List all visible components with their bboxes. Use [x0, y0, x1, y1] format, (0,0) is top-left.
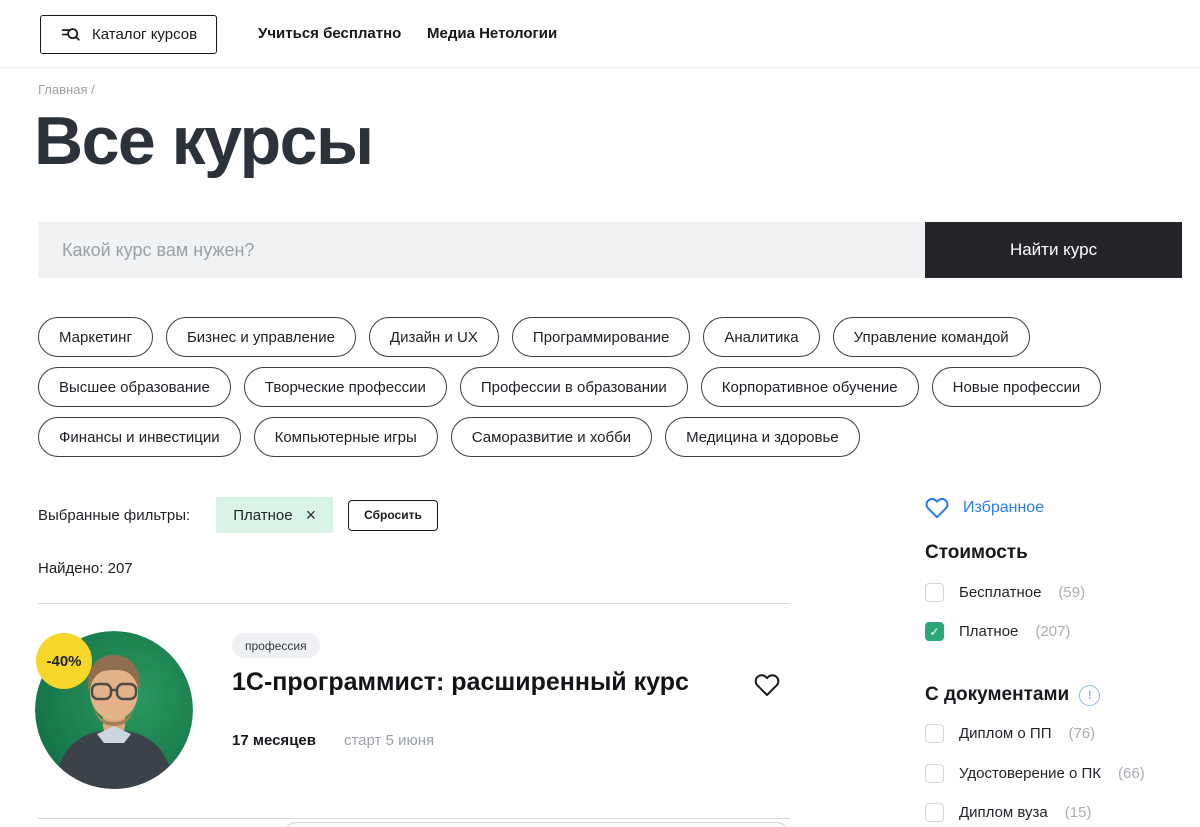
checkbox-paid[interactable]: ✓ [925, 622, 944, 641]
category-pill-new-professions[interactable]: Новые профессии [931, 367, 1102, 407]
category-pill-list: Маркетинг Бизнес и управление Дизайн и U… [38, 317, 1168, 457]
checkbox-certificate-pk[interactable] [925, 764, 944, 783]
remove-filter-icon[interactable]: × [306, 506, 317, 524]
find-course-button[interactable]: Найти курс [925, 222, 1182, 278]
documents-info-icon[interactable]: ! [1079, 684, 1101, 706]
filter-option-paid[interactable]: ✓ Платное (207) [925, 622, 1070, 641]
category-pill-programming[interactable]: Программирование [511, 317, 691, 357]
checkbox-university-diploma-count: (15) [1064, 804, 1092, 821]
category-pill-team-management[interactable]: Управление командой [832, 317, 1030, 357]
checkbox-free-count: (59) [1058, 584, 1086, 601]
selected-filters-label: Выбранные фильтры: [38, 506, 191, 524]
catalog-courses-button[interactable]: Каталог курсов [40, 15, 218, 54]
cost-section-title: Стоимость [925, 542, 1028, 563]
nav-link-learn-free[interactable]: Учиться бесплатно [258, 0, 401, 68]
checkbox-diploma-pp-label: Диплом о ПП [959, 725, 1052, 742]
category-pill-medicine[interactable]: Медицина и здоровье [665, 417, 860, 457]
page-title: Все курсы [34, 103, 374, 179]
filter-option-university-diploma[interactable]: Диплом вуза (15) [925, 803, 1091, 822]
course-search-field[interactable] [38, 222, 925, 278]
top-navigation-bar: Каталог курсов Учиться бесплатно Медиа Н… [0, 0, 1200, 68]
category-pill-marketing[interactable]: Маркетинг [38, 317, 153, 357]
search-input[interactable] [38, 222, 925, 278]
favorites-link[interactable]: Избранное [925, 496, 1044, 520]
filter-tag-label: Платное [233, 506, 293, 524]
all-courses-page: Каталог курсов Учиться бесплатно Медиа Н… [0, 0, 1200, 827]
checkbox-certificate-pk-count: (66) [1118, 765, 1145, 782]
filter-option-diploma-pp[interactable]: Диплом о ПП (76) [925, 724, 1095, 743]
favorites-label: Избранное [963, 499, 1045, 516]
filter-option-certificate-pk[interactable]: Удостоверение о ПК (66) [925, 764, 1145, 783]
selected-filters-row: Выбранные фильтры: Платное × Сбросить [38, 497, 438, 533]
reset-filters-button[interactable]: Сбросить [348, 499, 438, 531]
checkbox-certificate-pk-label: Удостоверение о ПК [959, 765, 1102, 782]
course-type-tag: профессия [232, 633, 320, 658]
category-pill-self-development[interactable]: Саморазвитие и хобби [450, 417, 653, 457]
checkbox-diploma-pp-count: (76) [1068, 725, 1096, 742]
breadcrumb[interactable]: Главная / [38, 82, 95, 97]
checkbox-free-label: Бесплатное [959, 584, 1042, 601]
course-favorite-heart-icon[interactable] [753, 672, 781, 700]
category-pill-creative[interactable]: Творческие профессии [243, 367, 447, 407]
category-pill-finance[interactable]: Финансы и инвестиции [38, 417, 241, 457]
results-count: Найдено: 207 [38, 560, 133, 577]
favorites-heart-icon [925, 496, 949, 520]
category-pill-education-professions[interactable]: Профессии в образовании [459, 367, 688, 407]
discount-badge: -40% [36, 633, 92, 689]
filter-option-free[interactable]: Бесплатное (59) [925, 583, 1085, 602]
course-title[interactable]: 1С-программист: расширенный курс [232, 668, 689, 697]
documents-section-header: С документами ! [925, 684, 1101, 706]
checkbox-university-diploma[interactable] [925, 803, 944, 822]
filter-tag-paid: Платное × [216, 497, 334, 533]
checkbox-university-diploma-label: Диплом вуза [959, 804, 1048, 821]
course-meta: 17 месяцев старт 5 июня [232, 732, 434, 749]
course-start-date: старт 5 июня [343, 732, 435, 749]
documents-section-title: С документами [925, 684, 1070, 705]
checkbox-paid-label: Платное [959, 623, 1019, 640]
category-pill-games[interactable]: Компьютерные игры [253, 417, 438, 457]
course-duration: 17 месяцев [232, 732, 316, 749]
category-pill-design-ux[interactable]: Дизайн и UX [368, 317, 499, 357]
checkbox-free[interactable] [925, 583, 944, 602]
category-pill-corporate[interactable]: Корпоративное обучение [700, 367, 919, 407]
results-divider [38, 603, 790, 604]
category-pill-analytics[interactable]: Аналитика [703, 317, 820, 357]
category-pill-business[interactable]: Бизнес и управление [165, 317, 356, 357]
catalog-courses-label: Каталог курсов [92, 26, 198, 43]
checkbox-paid-count: (207) [1035, 623, 1071, 640]
nav-link-media[interactable]: Медиа Нетологии [427, 0, 557, 68]
show-more-button[interactable] [283, 822, 790, 827]
checkbox-diploma-pp[interactable] [925, 724, 944, 743]
category-pill-higher-education[interactable]: Высшее образование [38, 367, 231, 407]
catalog-list-search-icon [60, 24, 81, 45]
card-divider [38, 818, 790, 819]
